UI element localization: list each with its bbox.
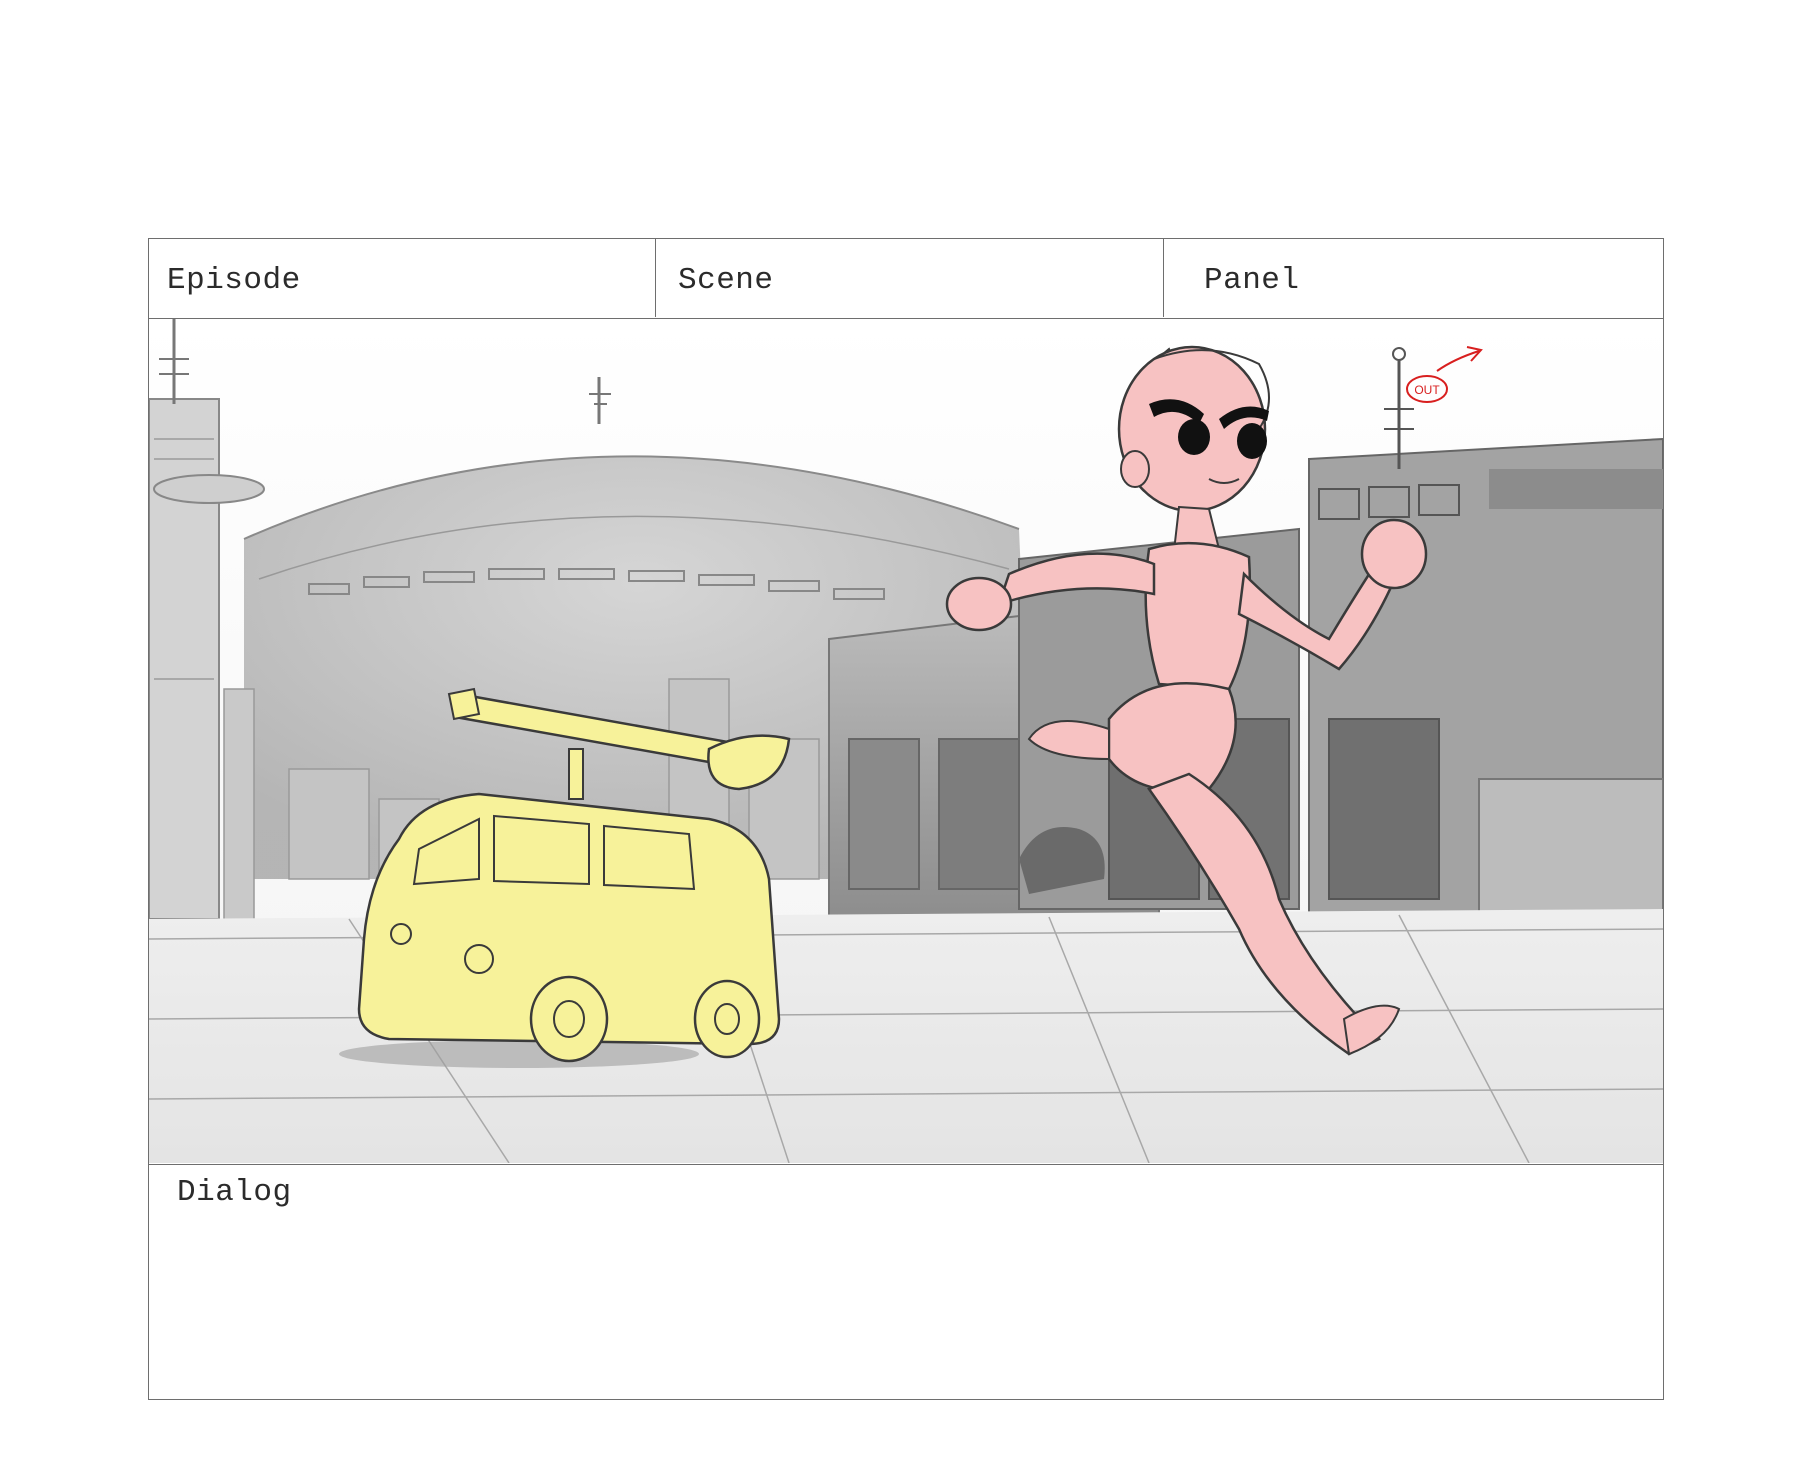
- out-annotation-text: OUT: [1414, 383, 1440, 397]
- panel-drawing: OUT: [149, 319, 1663, 1165]
- dialog-field[interactable]: Dialog: [149, 1165, 1663, 1399]
- dialog-label: Dialog: [177, 1175, 292, 1210]
- episode-field[interactable]: Episode: [149, 239, 656, 317]
- scene-field[interactable]: Scene: [656, 239, 1164, 317]
- panel-field[interactable]: Panel: [1164, 239, 1663, 317]
- scene-sketch: OUT: [149, 319, 1663, 1163]
- storyboard-sheet: Episode Scene Panel OUT Dialog: [148, 238, 1664, 1400]
- storyboard-header: Episode Scene Panel: [149, 239, 1663, 319]
- episode-label: Episode: [167, 263, 301, 298]
- panel-label: Panel: [1204, 263, 1300, 298]
- scene-label: Scene: [678, 263, 774, 298]
